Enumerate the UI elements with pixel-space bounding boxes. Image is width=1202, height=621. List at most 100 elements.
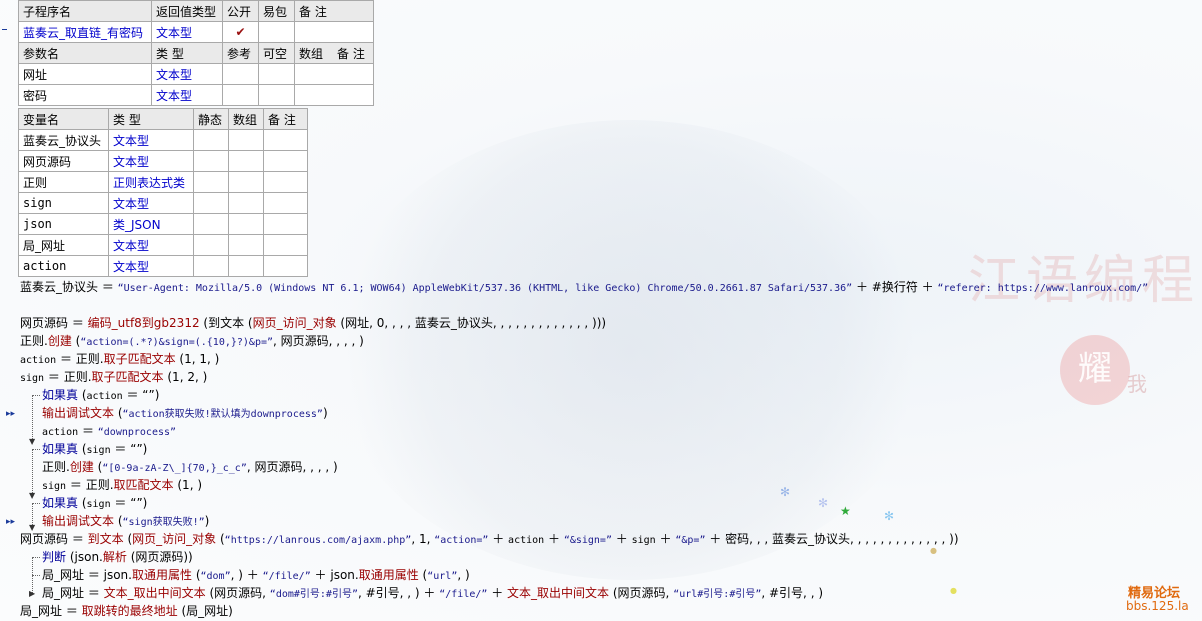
var-name-cell[interactable]: 网页源码 [18, 150, 109, 172]
code-line[interactable]: 局_网址 ＝ json.取通用属性 (“dom”, ) ＋ “/file/” ＋… [42, 566, 470, 584]
var-name-cell[interactable]: sign [18, 192, 109, 214]
param-nullable-cell[interactable] [258, 63, 295, 85]
header-param-nullable: 可空 [258, 42, 295, 64]
var-array-cell[interactable] [228, 171, 264, 193]
variable-row[interactable]: 网页源码 文本型 [18, 150, 308, 172]
code-string: “/file/” [262, 571, 311, 582]
param-array-cell[interactable] [294, 63, 374, 85]
sub-note-cell[interactable] [294, 21, 374, 43]
sparkle-icon: ✻ [818, 496, 829, 510]
public-check-icon[interactable]: ✔ [222, 21, 259, 43]
code-line[interactable]: 局_网址 ＝ 取跳转的最终地址 (局_网址) [20, 602, 233, 620]
var-type-cell[interactable]: 类_JSON [108, 213, 194, 235]
var-name-cell[interactable]: json [18, 213, 109, 235]
var-static-cell[interactable] [193, 213, 229, 235]
variable-row[interactable]: json 类_JSON [18, 213, 308, 235]
code-text: ＋ 密码, , , 蓝奏云_协议头, , , , , , , , , , , ,… [705, 532, 959, 546]
code-line[interactable]: action ＝ “downprocess” [42, 422, 176, 440]
header-param-name: 参数名 [18, 42, 152, 64]
var-name-cell[interactable]: 局_网址 [18, 234, 109, 256]
variable-row[interactable]: action 文本型 [18, 255, 308, 277]
var-name-cell[interactable]: action [18, 255, 109, 277]
var-note-cell[interactable] [263, 129, 308, 151]
code-text: ( [123, 532, 133, 546]
var-array-cell[interactable] [228, 129, 264, 151]
code-text: (网页源码)) [126, 550, 193, 564]
param-header-row: 参数名 类 型 参考 可空 数组备 注 [18, 42, 374, 64]
code-string: “downprocess” [97, 427, 177, 438]
var-note-cell[interactable] [263, 150, 308, 172]
code-line[interactable]: 输出调试文本 (“action获取失败!默认填为downprocess”) [42, 404, 328, 422]
var-note-cell[interactable] [263, 213, 308, 235]
var-array-cell[interactable] [228, 234, 264, 256]
var-array-cell[interactable] [228, 255, 264, 277]
var-type-cell[interactable]: 文本型 [108, 150, 194, 172]
var-note-cell[interactable] [263, 255, 308, 277]
var-array-cell[interactable] [228, 150, 264, 172]
var-type-cell[interactable]: 文本型 [108, 192, 194, 214]
breakpoint-marker-icon[interactable]: ▸▸ [6, 517, 15, 527]
sub-return-type-cell[interactable]: 文本型 [151, 21, 223, 43]
header-param-note: 备 注 [337, 46, 365, 61]
code-line[interactable]: 正则.创建 (“action=(.*?)&sign=(.{10,}?)&p=”,… [20, 332, 364, 350]
param-name-cell[interactable]: 密码 [18, 84, 152, 106]
variable-row[interactable]: 蓝奏云_协议头 文本型 [18, 129, 308, 151]
variable-row[interactable]: 正则 正则表达式类 [18, 171, 308, 193]
variable-row[interactable]: sign 文本型 [18, 192, 308, 214]
code-line[interactable]: 网页源码 ＝ 编码_utf8到gb2312 (到文本 (网页_访问_对象 (网址… [20, 314, 606, 332]
param-type-cell[interactable]: 文本型 [151, 63, 223, 85]
code-line[interactable]: 蓝奏云_协议头 ＝ “User-Agent: Mozilla/5.0 (Wind… [20, 278, 1148, 296]
code-line[interactable]: sign ＝ 正则.取匹配文本 (1, ) [42, 476, 202, 494]
var-static-cell[interactable] [193, 255, 229, 277]
var-name-cell[interactable]: 蓝奏云_协议头 [18, 129, 109, 151]
var-type-cell[interactable]: 文本型 [108, 129, 194, 151]
code-line[interactable]: 网页源码 ＝ 到文本 (网页_访问_对象 (“https://lanrous.c… [20, 530, 959, 548]
var-static-cell[interactable] [193, 234, 229, 256]
code-line[interactable]: 正则.创建 (“[0-9a-zA-Z\_]{70,}_c_c”, 网页源码, ,… [42, 458, 338, 476]
code-command: 创建 [69, 460, 94, 474]
sub-epkg-cell[interactable] [258, 21, 295, 43]
code-text: (网址, 0, , , , 蓝奏云_协议头, , , , , , , , , ,… [336, 316, 607, 330]
forum-logo-url: bbs.125.la [1126, 599, 1189, 613]
breakpoint-marker-icon[interactable]: ▸▸ [6, 409, 15, 419]
var-array-cell[interactable] [228, 213, 264, 235]
var-note-cell[interactable] [263, 171, 308, 193]
param-type-cell[interactable]: 文本型 [151, 84, 223, 106]
var-type-cell[interactable]: 文本型 [108, 234, 194, 256]
code-string: “https://lanrous.com/ajaxm.php” [224, 535, 412, 546]
var-static-cell[interactable] [193, 150, 229, 172]
var-type-cell[interactable]: 文本型 [108, 255, 194, 277]
code-line[interactable]: 如果真 (sign ＝ “”) [42, 494, 147, 512]
param-nullable-cell[interactable] [258, 84, 295, 106]
code-variable: sign [42, 481, 67, 492]
code-string: “dom#引号:#引号” [269, 589, 358, 600]
code-line[interactable]: 判断 (json.解析 (网页源码)) [42, 548, 193, 566]
var-static-cell[interactable] [193, 129, 229, 151]
var-name-cell[interactable]: 正则 [18, 171, 109, 193]
header-param-array-label: 数组 [299, 46, 324, 61]
code-line[interactable]: sign ＝ 正则.取子匹配文本 (1, 2, ) [20, 368, 207, 386]
var-array-cell[interactable] [228, 192, 264, 214]
variable-row[interactable]: 局_网址 文本型 [18, 234, 308, 256]
code-line[interactable]: 如果真 (action ＝ “”) [42, 386, 159, 404]
var-static-cell[interactable] [193, 171, 229, 193]
code-line[interactable]: 局_网址 ＝ 文本_取出中间文本 (网页源码, “dom#引号:#引号”, #引… [42, 584, 823, 602]
var-note-cell[interactable] [263, 234, 308, 256]
param-array-cell[interactable] [294, 84, 374, 106]
code-line[interactable]: 如果真 (sign ＝ “”) [42, 440, 147, 458]
code-line[interactable]: 输出调试文本 (“sign获取失败!”) [42, 512, 209, 530]
code-line[interactable]: action ＝ 正则.取子匹配文本 (1, 1, ) [20, 350, 219, 368]
code-text: ＝ 正则. [66, 478, 114, 492]
sub-name-cell[interactable]: 蓝奏云_取直链_有密码 [18, 21, 152, 43]
var-static-cell[interactable] [193, 192, 229, 214]
param-row[interactable]: 密码 文本型 [18, 84, 374, 106]
var-note-cell[interactable] [263, 192, 308, 214]
var-type-cell[interactable]: 正则表达式类 [108, 171, 194, 193]
code-string: “referer: https://www.lanroux.com/” [937, 283, 1149, 294]
param-name-cell[interactable]: 网址 [18, 63, 152, 85]
subroutine-row[interactable]: 蓝奏云_取直链_有密码 文本型 ✔ [18, 21, 374, 43]
param-row[interactable]: 网址 文本型 [18, 63, 374, 85]
param-ref-cell[interactable] [222, 63, 259, 85]
code-keyword: 如果真 [42, 442, 79, 456]
param-ref-cell[interactable] [222, 84, 259, 106]
